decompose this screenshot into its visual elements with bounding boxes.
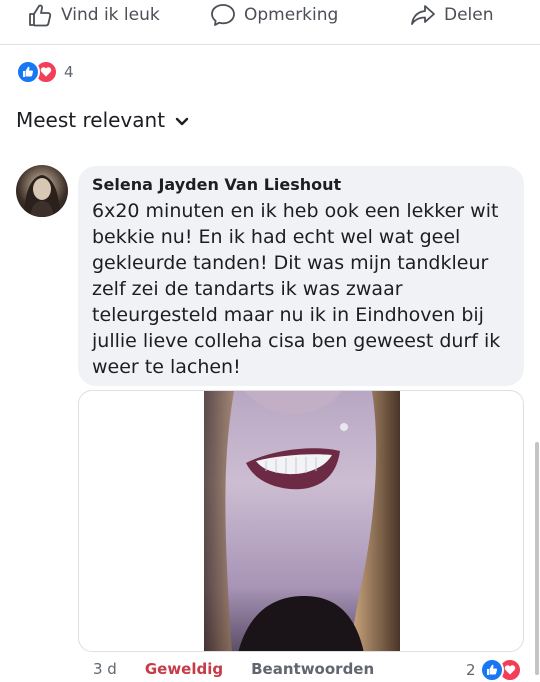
comment-button[interactable]: Opmerking <box>210 3 338 27</box>
comment-reaction-count: 2 <box>466 661 476 679</box>
avatar[interactable] <box>16 165 68 217</box>
reaction-count: 4 <box>64 63 74 81</box>
comment-time[interactable]: 3 d <box>93 660 117 678</box>
like-icon <box>16 60 40 84</box>
reaction-summary[interactable]: 4 <box>16 60 74 84</box>
post-action-bar: Vind ik leuk Opmerking Delen <box>0 0 540 45</box>
comment-reaction-summary[interactable]: 2 <box>466 658 522 682</box>
speech-bubble-icon <box>210 3 236 27</box>
reaction-status[interactable]: Geweldig <box>145 660 223 678</box>
chevron-down-icon <box>175 108 189 132</box>
comment-label: Opmerking <box>244 5 339 25</box>
comment-photo-attachment[interactable] <box>78 390 524 652</box>
share-button[interactable]: Delen <box>410 3 494 27</box>
share-arrow-icon <box>410 3 436 27</box>
like-label: Vind ik leuk <box>61 5 160 25</box>
comment-text: 6x20 minuten en ik heb ook een lekker wi… <box>92 200 501 378</box>
teeth-photo <box>204 391 400 651</box>
reply-button[interactable]: Beantwoorden <box>251 660 374 678</box>
like-icon <box>479 658 504 682</box>
comment-bubble: Selena Jayden Van Lieshout 6x20 minuten … <box>78 166 524 386</box>
scrollbar[interactable] <box>535 442 539 675</box>
comment-meta: 3 d Geweldig Beantwoorden <box>93 660 374 678</box>
thumbs-up-icon <box>27 3 53 27</box>
like-button[interactable]: Vind ik leuk <box>27 3 160 27</box>
comment-author[interactable]: Selena Jayden Van Lieshout <box>92 175 510 194</box>
share-label: Delen <box>444 5 494 25</box>
comment-sort-dropdown[interactable]: Meest relevant <box>16 108 189 132</box>
sort-label: Meest relevant <box>16 108 166 132</box>
